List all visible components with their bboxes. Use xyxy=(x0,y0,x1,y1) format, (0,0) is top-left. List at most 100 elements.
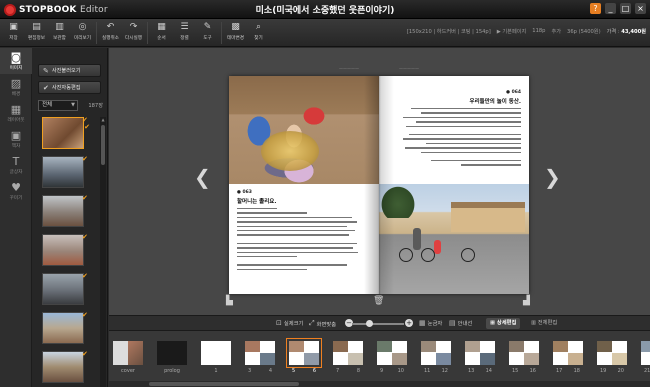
spread-thumbnail[interactable]: 13 14 xyxy=(465,341,495,374)
preview-button[interactable]: ◎ 미리보기 xyxy=(71,20,94,45)
spread-thumbnail[interactable]: 9 10 xyxy=(377,341,407,374)
align-button[interactable]: ☰ 정렬 xyxy=(173,20,196,45)
spread-page-label: 78 xyxy=(336,368,360,374)
rail-item-frame[interactable]: ▣ 액자 xyxy=(0,126,32,152)
auto-edit-button[interactable]: ✔ 사진자동편집 xyxy=(38,81,101,94)
spread-thumbnail[interactable]: 17 18 xyxy=(553,341,583,374)
photo-filter-select[interactable]: 전체 ▼ xyxy=(38,100,78,111)
find-button[interactable]: ⌕ 찾기 xyxy=(247,20,270,45)
order-button[interactable]: ▦ 순서 xyxy=(150,20,173,45)
tools-button[interactable]: ✎ 도구 xyxy=(196,20,219,45)
document-title: 미소(미국에서 소중했던 웃픈이야기) xyxy=(255,6,395,16)
rail-item-decoration[interactable]: ♥ 꾸미기 xyxy=(0,178,32,204)
spread-page-label: 17 18 xyxy=(556,368,580,374)
load-photos-button[interactable]: ✎ 사진불러오기 xyxy=(38,64,101,77)
page-filmstrip: cover prolog 1 3 4 5 6 7 8 9 10 11 12 13 14 15 16 17 18 19 2… xyxy=(109,331,650,387)
spread-thumbnail[interactable]: 56 xyxy=(286,338,322,374)
photo-thumbnail[interactable]: ✔ xyxy=(42,155,88,188)
spread-mode[interactable]: ▶ 기본페이지 xyxy=(497,28,527,35)
full-edit-tab[interactable]: ▥ 전체편집 xyxy=(527,318,561,329)
filmstrip-scrollbar[interactable] xyxy=(109,381,650,387)
page-spread[interactable]: ● 063 할머니는 졸리요. ● 064 우리들만의 놀이 동산. xyxy=(229,76,529,294)
theme-button[interactable]: ▩ 테마변경 xyxy=(224,20,247,45)
minimize-button[interactable]: _ xyxy=(605,3,616,14)
spread-thumbnails: cover prolog 1 3 4 5 6 7 8 9 10 11 12 13 14 15 16 17 18 19 2… xyxy=(113,338,650,374)
previous-page-icon[interactable]: ❮ xyxy=(194,165,211,189)
filmstrip-scroll-thumb[interactable] xyxy=(149,382,299,386)
document-icon: ▤ xyxy=(32,22,41,32)
toolbar: ▣ 저장 ▤ 편집정보 ▥ 보관함 ◎ 미리보기 ↶ 실행취소 ↷ 다시실행 ▦ 순서 ☰ 정렬 ✎ 도구 ▩ 테마변… xyxy=(0,19,650,47)
spread-thumbnail[interactable]: prolog xyxy=(157,341,187,374)
photo-thumbnail[interactable]: ✔ xyxy=(42,272,88,305)
fit-screen-icon: ⤢ xyxy=(309,319,315,327)
next-page-icon[interactable]: ❯ xyxy=(544,165,561,189)
book-size: [150x210 | 하드커버 | 코팅 | 154p] xyxy=(406,29,491,35)
book-info: [150x210 | 하드커버 | 코팅 | 154p] ▶ 기본페이지 118… xyxy=(407,28,646,35)
photo-thumbnail[interactable]: ✔ ✔ xyxy=(42,117,90,149)
left-text-box[interactable]: ● 063 할머니는 졸리요. xyxy=(237,190,367,273)
spread-page-label: 9 10 xyxy=(380,368,404,374)
redo-button[interactable]: ↷ 다시실행 xyxy=(122,20,145,45)
detail-edit-tab[interactable]: ▦ 상세편집 xyxy=(486,318,521,329)
guide-toggle[interactable]: ▤ 안내선 xyxy=(449,319,472,327)
spread-thumbnail[interactable]: 19 20 xyxy=(597,341,627,374)
real-size-icon: ⊡ xyxy=(276,319,282,327)
decoration-icon: ♥ xyxy=(11,180,21,194)
zoom-slider[interactable] xyxy=(352,323,404,325)
scroll-up-icon[interactable]: ▲ xyxy=(100,117,106,123)
zoom-slider-handle[interactable] xyxy=(366,320,373,327)
right-text-box[interactable]: ● 064 우리들만의 놀이 동산. xyxy=(393,90,521,169)
auto-edit-icon: ✔ xyxy=(43,83,49,92)
photo-thumbnail[interactable]: ✔ xyxy=(42,350,88,383)
help-button[interactable]: ? xyxy=(590,3,601,14)
eye-icon: ◎ xyxy=(78,22,87,32)
bicycle-photo[interactable] xyxy=(379,184,529,294)
fit-screen-button[interactable]: ⤢ 화면맞춤 xyxy=(309,319,336,328)
storage-button[interactable]: ▥ 보관함 xyxy=(48,20,71,45)
edit-info-button[interactable]: ▤ 편집정보 xyxy=(25,20,48,45)
spread-thumbnail[interactable]: cover xyxy=(113,341,143,374)
save-button[interactable]: ▣ 저장 xyxy=(2,20,25,45)
photo-thumbnail[interactable]: ✔ xyxy=(42,311,88,344)
rail-item-text[interactable]: T 글상자 xyxy=(0,152,32,178)
wrench-icon: ✎ xyxy=(203,22,212,32)
left-page-settings-icon[interactable]: ▙ xyxy=(226,296,233,306)
right-page-title: 우리들만의 놀이 동산. xyxy=(469,99,521,105)
photo-thumbnails: ✔ ✔ ✔ ✔ ✔ ✔ ✔ ✔ xyxy=(42,117,98,387)
ruler-icon: ▦ xyxy=(419,319,426,327)
add-pages[interactable]: 추가 xyxy=(551,28,561,35)
close-button[interactable]: × xyxy=(635,3,646,14)
spread-thumbnail[interactable]: 11 12 xyxy=(421,341,451,374)
rail-item-background[interactable]: ▨ 배경 xyxy=(0,74,32,100)
spread-thumbnail[interactable]: 1 xyxy=(201,341,231,374)
spread-thumbnail[interactable]: 15 16 xyxy=(509,341,539,374)
photo-list-scrollbar[interactable]: ▲ xyxy=(100,117,106,387)
save-icon: ▣ xyxy=(9,22,18,32)
spread-thumbnail[interactable]: 34 xyxy=(245,341,275,374)
chevron-down-icon: ▼ xyxy=(71,102,75,108)
photo-thumbnail[interactable]: ✔ xyxy=(42,194,88,227)
zoom-in-button[interactable]: + xyxy=(405,319,413,327)
right-page-settings-icon[interactable]: ▟ xyxy=(523,296,530,306)
kids-playing-photo[interactable] xyxy=(229,76,379,184)
rail-item-image[interactable]: ◙ 이미지 xyxy=(0,48,32,74)
scrollbar-thumb[interactable] xyxy=(101,125,105,165)
photo-thumbnail[interactable]: ✔ xyxy=(42,233,88,266)
spread-thumbnail[interactable]: 2122 xyxy=(641,341,650,374)
maximize-button[interactable]: □ xyxy=(620,3,631,14)
tool-label: 보관함 xyxy=(53,36,66,41)
checkmark-icon: ✔ xyxy=(82,194,88,202)
undo-button[interactable]: ↶ 실행취소 xyxy=(99,20,122,45)
tool-label: 미리보기 xyxy=(74,36,91,41)
right-page[interactable]: ● 064 우리들만의 놀이 동산. xyxy=(379,76,529,294)
ruler-toggle[interactable]: ▦ 눈금자 xyxy=(419,319,442,327)
spread-thumbnail[interactable]: 78 xyxy=(333,341,363,374)
rail-item-layout[interactable]: ▦ 레이아웃 xyxy=(0,100,32,126)
tool-label: 저장 xyxy=(9,36,18,41)
delete-page-icon[interactable]: 🗑 xyxy=(373,296,384,306)
tool-label: 편집정보 xyxy=(28,36,45,41)
toolbar-separator xyxy=(96,22,97,44)
real-size-button[interactable]: ⊡ 실제크기 xyxy=(276,319,303,327)
layout-icon: ▦ xyxy=(10,102,22,116)
left-page[interactable]: ● 063 할머니는 졸리요. xyxy=(229,76,379,294)
